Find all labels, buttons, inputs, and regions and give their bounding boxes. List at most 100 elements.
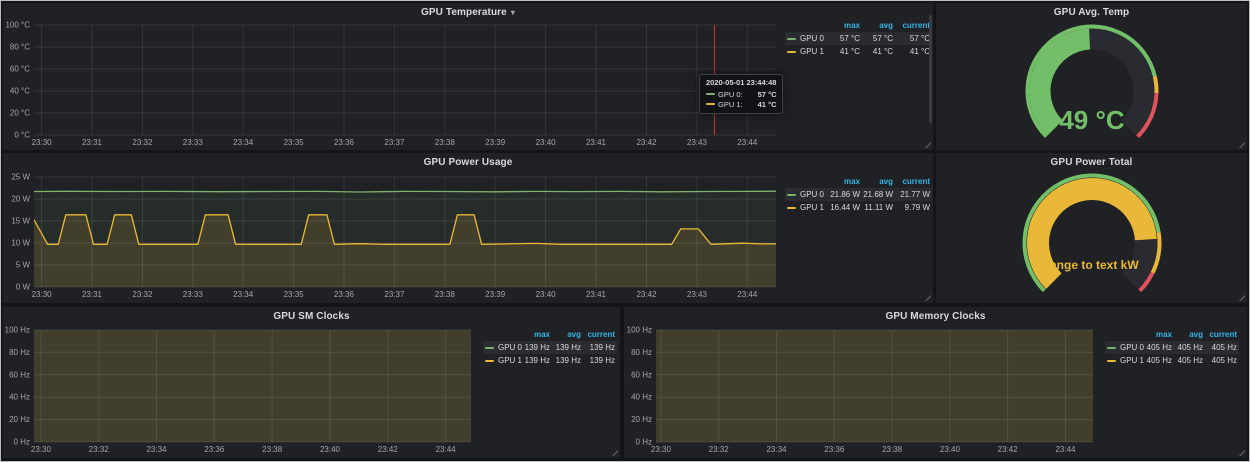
- gauge-value-text: 49 °C: [1059, 105, 1125, 135]
- legend-header-row: maxavgcurrent: [785, 175, 932, 188]
- series-color-dash-icon: [706, 103, 715, 105]
- panel-title-gpu-temperature[interactable]: GPU Temperature▾: [3, 7, 933, 18]
- y-axis-tick-label: 0 Hz: [636, 438, 652, 447]
- legend-row[interactable]: GPU 0139 Hz139 Hz139 Hz: [483, 341, 617, 354]
- legend-column-header[interactable]: max: [827, 175, 860, 188]
- series-name[interactable]: GPU 0: [800, 188, 824, 201]
- legend-column-header[interactable]: avg: [860, 19, 893, 32]
- x-axis-tick-label: 23:43: [687, 138, 708, 147]
- legend-row[interactable]: GPU 1139 Hz139 Hz139 Hz: [483, 354, 617, 367]
- panel-title-text: GPU Power Total: [1051, 157, 1133, 168]
- series-color-dash-icon[interactable]: [787, 51, 796, 53]
- legend-header-row: maxavgcurrent: [483, 328, 617, 341]
- gpu-memory-clocks-legend[interactable]: maxavgcurrentGPU 0405 Hz405 Hz405 HzGPU …: [1105, 328, 1239, 367]
- legend-stat-value: 57 °C: [860, 32, 893, 45]
- legend-header-row: maxavgcurrent: [1105, 328, 1239, 341]
- gpu-power-usage-legend[interactable]: maxavgcurrentGPU 021.86 W21.68 W21.77 WG…: [785, 175, 932, 214]
- legend-column-header[interactable]: avg: [860, 175, 893, 188]
- x-axis-tick-label: 23:44: [737, 138, 758, 147]
- y-axis-tick-label: 20 °C: [10, 109, 30, 118]
- y-axis-tick-label: 80 Hz: [9, 348, 30, 357]
- grafana-gpu-dashboard: GPU Temperature▾ 0 °C 20 °C 40 °C 60 °C 80 °…: [0, 0, 1250, 462]
- panel-title-gpu-avg-temp[interactable]: GPU Avg. Temp: [936, 7, 1247, 18]
- panel-gpu-power-usage: GPU Power Usage 0 W5 W10 W15 W20 W25 W23…: [3, 153, 933, 303]
- panel-resize-handle[interactable]: [611, 449, 618, 456]
- series-color-dash-icon[interactable]: [485, 347, 494, 349]
- panel-resize-handle[interactable]: [1238, 294, 1245, 301]
- x-axis-tick-label: 23:31: [82, 138, 103, 147]
- y-axis-tick-label: 100 Hz: [5, 326, 30, 335]
- tooltip-series-value: 41 °C: [750, 100, 777, 109]
- series-color-dash-icon[interactable]: [787, 194, 796, 196]
- legend-column-header[interactable]: max: [519, 328, 550, 341]
- y-axis-tick-label: 40 °C: [10, 87, 30, 96]
- y-axis-tick-label: 80 °C: [10, 43, 30, 52]
- panel-title-gpu-power-total[interactable]: GPU Power Total: [936, 157, 1247, 168]
- legend-column-header[interactable]: avg: [550, 328, 581, 341]
- legend-row[interactable]: GPU 1405 Hz405 Hz405 Hz: [1105, 354, 1239, 367]
- series-color-dash-icon[interactable]: [787, 207, 796, 209]
- panel-resize-handle[interactable]: [1238, 141, 1245, 148]
- series-color-dash-icon[interactable]: [1107, 347, 1116, 349]
- y-axis-tick-label: 0 Hz: [14, 438, 30, 447]
- series-color-dash-icon[interactable]: [1107, 360, 1116, 362]
- legend-stat-value: 57 °C: [893, 32, 930, 45]
- legend-column-header[interactable]: current: [1203, 328, 1237, 341]
- series-name[interactable]: GPU 1: [800, 45, 824, 58]
- x-axis-tick-label: 23:34: [233, 138, 254, 147]
- panel-title-text: GPU Memory Clocks: [885, 311, 985, 322]
- x-axis-tick-label: 23:32: [132, 290, 153, 299]
- legend-row[interactable]: GPU 141 °C41 °C41 °C: [785, 45, 932, 58]
- y-axis-tick-label: 20 Hz: [631, 415, 652, 424]
- legend-column-header[interactable]: current: [893, 175, 930, 188]
- series-color-dash-icon[interactable]: [787, 38, 796, 40]
- panel-title-gpu-memory-clocks[interactable]: GPU Memory Clocks: [624, 311, 1247, 322]
- y-axis-tick-label: 0 °C: [14, 131, 30, 140]
- y-axis-tick-label: 100 Hz: [627, 326, 652, 335]
- legend-column-header[interactable]: current: [581, 328, 615, 341]
- gpu-sm-clocks-legend[interactable]: maxavgcurrentGPU 0139 Hz139 Hz139 HzGPU …: [483, 328, 617, 367]
- legend-row[interactable]: GPU 057 °C57 °C57 °C: [785, 32, 932, 45]
- legend-scrollbar[interactable]: [929, 15, 932, 123]
- x-axis-tick-label: 23:36: [334, 290, 355, 299]
- series-name[interactable]: GPU 0: [800, 32, 824, 45]
- y-axis-tick-label: 100 °C: [5, 21, 30, 30]
- x-axis-tick-label: 23:32: [89, 445, 110, 454]
- x-axis-tick-label: 23:36: [334, 138, 355, 147]
- y-axis-tick-label: 60 °C: [10, 65, 30, 74]
- panel-resize-handle[interactable]: [924, 141, 931, 148]
- x-axis-tick-label: 23:38: [262, 445, 283, 454]
- gpu-temperature-legend[interactable]: maxavgcurrentGPU 057 °C57 °C57 °CGPU 141…: [785, 19, 932, 58]
- x-axis-tick-label: 23:34: [766, 445, 787, 454]
- legend-stat-value: 405 Hz: [1141, 354, 1172, 367]
- legend-column-header[interactable]: max: [1141, 328, 1172, 341]
- x-axis-tick-label: 23:42: [378, 445, 399, 454]
- panel-title-text: GPU SM Clocks: [273, 311, 349, 322]
- panel-resize-handle[interactable]: [924, 294, 931, 301]
- x-axis-tick-label: 23:44: [1055, 445, 1076, 454]
- series-fills: [34, 191, 776, 287]
- legend-header-row: maxavgcurrent: [785, 19, 932, 32]
- panel-gpu-sm-clocks: GPU SM Clocks 0 Hz20 Hz40 Hz60 Hz80 Hz10…: [3, 307, 620, 458]
- gpu-power-total-gauge: range to text kW: [936, 153, 1247, 303]
- legend-stat-value: 41 °C: [893, 45, 930, 58]
- y-axis-tick-label: 15 W: [11, 217, 30, 226]
- x-axis-tick-label: 23:37: [384, 290, 405, 299]
- y-axis-tick-label: 20 W: [11, 195, 30, 204]
- legend-stat-value: 21.68 W: [860, 188, 893, 201]
- legend-column-header[interactable]: max: [827, 19, 860, 32]
- y-axis-tick-label: 60 Hz: [9, 370, 30, 379]
- panel-title-gpu-sm-clocks[interactable]: GPU SM Clocks: [3, 311, 620, 322]
- x-axis-tick-label: 23:30: [32, 290, 53, 299]
- legend-column-header[interactable]: current: [893, 19, 930, 32]
- legend-row[interactable]: GPU 0405 Hz405 Hz405 Hz: [1105, 341, 1239, 354]
- panel-resize-handle[interactable]: [1238, 449, 1245, 456]
- panel-title-gpu-power-usage[interactable]: GPU Power Usage: [3, 157, 933, 168]
- legend-column-header[interactable]: avg: [1172, 328, 1203, 341]
- legend-row[interactable]: GPU 116.44 W11.11 W9.79 W: [785, 201, 932, 214]
- gridlines: [34, 25, 776, 135]
- x-axis-tick-label: 23:42: [998, 445, 1019, 454]
- legend-row[interactable]: GPU 021.86 W21.68 W21.77 W: [785, 188, 932, 201]
- series-color-dash-icon[interactable]: [485, 360, 494, 362]
- series-name[interactable]: GPU 1: [800, 201, 824, 214]
